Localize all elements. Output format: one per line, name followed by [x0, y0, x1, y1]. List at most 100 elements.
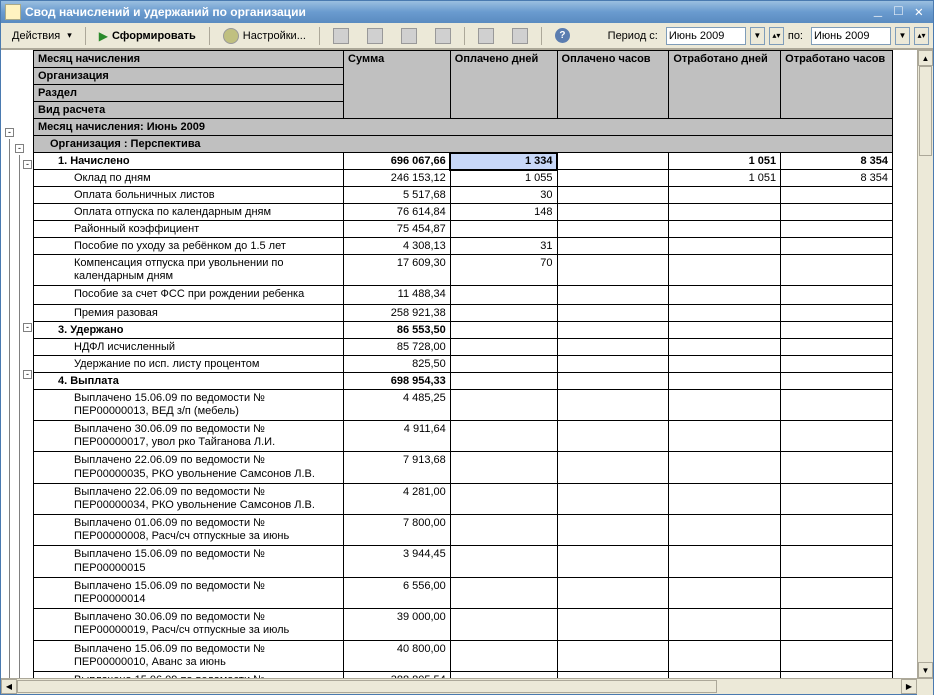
- cell-value: [669, 304, 781, 321]
- cell-value: [557, 389, 669, 420]
- tool-button-4[interactable]: [428, 25, 458, 47]
- cell-name: НДФЛ исчисленный: [34, 338, 344, 355]
- tool-button-2[interactable]: [360, 25, 390, 47]
- cell-value: 3 944,45: [344, 546, 451, 577]
- cell-value: [557, 187, 669, 204]
- table-row[interactable]: Оклад по дням246 153,121 0551 0518 354: [34, 170, 893, 187]
- hscroll-thumb[interactable]: [17, 680, 717, 693]
- group-month-label: Месяц начисления: Июнь 2009: [34, 119, 893, 136]
- table-row[interactable]: 3. Удержано86 553,50: [34, 321, 893, 338]
- tool-button-1[interactable]: [326, 25, 356, 47]
- scroll-left-button[interactable]: ◀: [1, 679, 17, 694]
- tool-button-6[interactable]: [505, 25, 535, 47]
- period-from-input[interactable]: [666, 27, 746, 45]
- table-row[interactable]: Районный коэффициент75 454,87: [34, 221, 893, 238]
- scroll-thumb[interactable]: [919, 66, 932, 156]
- table-row[interactable]: Выплачено 15.06.09 по ведомости № ПЕР000…: [34, 389, 893, 420]
- cell-value: [781, 515, 893, 546]
- tool-button-3[interactable]: [394, 25, 424, 47]
- cell-value: 8 354: [781, 153, 893, 170]
- cell-value: [781, 286, 893, 304]
- table-row[interactable]: Пособие по уходу за ребёнком до 1.5 лет4…: [34, 238, 893, 255]
- scroll-down-button[interactable]: ▼: [918, 662, 933, 678]
- cell-value: [781, 304, 893, 321]
- scroll-up-button[interactable]: ▲: [918, 50, 933, 66]
- form-button[interactable]: ▶ Сформировать: [92, 26, 203, 46]
- cell-name: Компенсация отпуска при увольнении по ка…: [34, 255, 344, 286]
- actions-menu[interactable]: Действия: [5, 27, 79, 45]
- group-month-row[interactable]: Месяц начисления: Июнь 2009: [34, 119, 893, 136]
- table-row[interactable]: Выплачено 15.06.09 по ведомости № ПЕР000…: [34, 577, 893, 608]
- cell-value: [450, 609, 557, 640]
- period-from-spin[interactable]: ▴▾: [769, 27, 784, 45]
- cell-value: [781, 671, 893, 678]
- help-button[interactable]: ?: [548, 25, 577, 46]
- maximize-button[interactable]: □: [888, 4, 908, 20]
- table-row[interactable]: Компенсация отпуска при увольнении по ка…: [34, 255, 893, 286]
- scroll-right-button[interactable]: ▶: [901, 679, 917, 694]
- cell-name: Выплачено 15.06.09 по ведомости № ПЕР000…: [34, 546, 344, 577]
- table-row[interactable]: Выплачено 01.06.09 по ведомости № ПЕР000…: [34, 515, 893, 546]
- table-row[interactable]: Выплачено 30.06.09 по ведомости № ПЕР000…: [34, 609, 893, 640]
- period-to-input[interactable]: [811, 27, 891, 45]
- cell-value: [557, 640, 669, 671]
- settings-button[interactable]: Настройки...: [216, 25, 313, 47]
- cell-value: [557, 238, 669, 255]
- period-from-dropdown[interactable]: ▼: [750, 27, 765, 45]
- cell-value: 696 067,66: [344, 153, 451, 170]
- horizontal-scrollbar[interactable]: ◀ ▶: [1, 678, 933, 694]
- period-from-label: Период с:: [608, 30, 658, 42]
- table-row[interactable]: Оплата больничных листов5 517,6830: [34, 187, 893, 204]
- table-row[interactable]: Выплачено 22.06.09 по ведомости № ПЕР000…: [34, 483, 893, 514]
- table-row[interactable]: 1. Начислено696 067,661 3341 0518 354: [34, 153, 893, 170]
- titlebar: Свод начислений и удержаний по организац…: [1, 1, 933, 23]
- table-row[interactable]: Пособие за счет ФСС при рождении ребенка…: [34, 286, 893, 304]
- cell-value: [450, 420, 557, 451]
- table-row[interactable]: Выплачено 15.06.09 по ведомости № ПЕР000…: [34, 546, 893, 577]
- cell-value: 4 485,25: [344, 389, 451, 420]
- tree-toggle[interactable]: -: [23, 323, 32, 332]
- cell-name: Выплачено 15.06.09 по ведомости № ПЕР000…: [34, 640, 344, 671]
- tool-button-5[interactable]: [471, 25, 501, 47]
- cell-value: 4 911,64: [344, 420, 451, 451]
- tree-toggle[interactable]: -: [15, 144, 24, 153]
- table-row[interactable]: Премия разовая258 921,38: [34, 304, 893, 321]
- report-grid[interactable]: Месяц начисления Сумма Оплачено дней Опл…: [33, 50, 917, 678]
- cell-value: 6 556,00: [344, 577, 451, 608]
- tree-toggle[interactable]: -: [23, 370, 32, 379]
- cell-value: 5 517,68: [344, 187, 451, 204]
- cell-value: 40 800,00: [344, 640, 451, 671]
- tree-toggle[interactable]: -: [5, 128, 14, 137]
- table-row[interactable]: Оплата отпуска по календарным дням76 614…: [34, 204, 893, 221]
- cell-name: Выплачено 15.06.09 по ведомости № ПЕР000…: [34, 577, 344, 608]
- table-row[interactable]: Удержание по исп. листу процентом825,50: [34, 355, 893, 372]
- cell-value: [557, 609, 669, 640]
- period-to-spin[interactable]: ▴▾: [914, 27, 929, 45]
- close-button[interactable]: ✕: [909, 4, 929, 21]
- cell-name: Премия разовая: [34, 304, 344, 321]
- cell-name: Оплата отпуска по календарным дням: [34, 204, 344, 221]
- minimize-button[interactable]: _: [868, 4, 888, 20]
- cell-name: Оплата больничных листов: [34, 187, 344, 204]
- header-paid-hours: Оплачено часов: [557, 51, 669, 119]
- cell-value: [781, 483, 893, 514]
- cell-value: [781, 321, 893, 338]
- table-row[interactable]: Выплачено 22.06.09 по ведомости № ПЕР000…: [34, 452, 893, 483]
- tree-toggle[interactable]: -: [23, 160, 32, 169]
- table-row[interactable]: 4. Выплата698 954,33: [34, 372, 893, 389]
- cell-name: Выплачено 22.06.09 по ведомости № ПЕР000…: [34, 483, 344, 514]
- cell-value: [450, 221, 557, 238]
- table-row[interactable]: Выплачено 30.06.09 по ведомости № ПЕР000…: [34, 420, 893, 451]
- cell-value: [557, 338, 669, 355]
- group-org-row[interactable]: Организация : Перспектива: [34, 136, 893, 153]
- cell-value: [781, 372, 893, 389]
- hscroll-track[interactable]: [17, 679, 901, 694]
- cell-value: [450, 372, 557, 389]
- vertical-scrollbar[interactable]: ▲ ▼: [917, 50, 933, 678]
- cell-value: 1 334: [450, 153, 557, 170]
- cell-value: [557, 321, 669, 338]
- table-row[interactable]: НДФЛ исчисленный85 728,00: [34, 338, 893, 355]
- table-row[interactable]: Выплачено 15.06.09 по ведомости № ПЕР000…: [34, 640, 893, 671]
- table-row[interactable]: Выплачено 15.06.09 по ведомости №388 805…: [34, 671, 893, 678]
- period-to-dropdown[interactable]: ▼: [895, 27, 910, 45]
